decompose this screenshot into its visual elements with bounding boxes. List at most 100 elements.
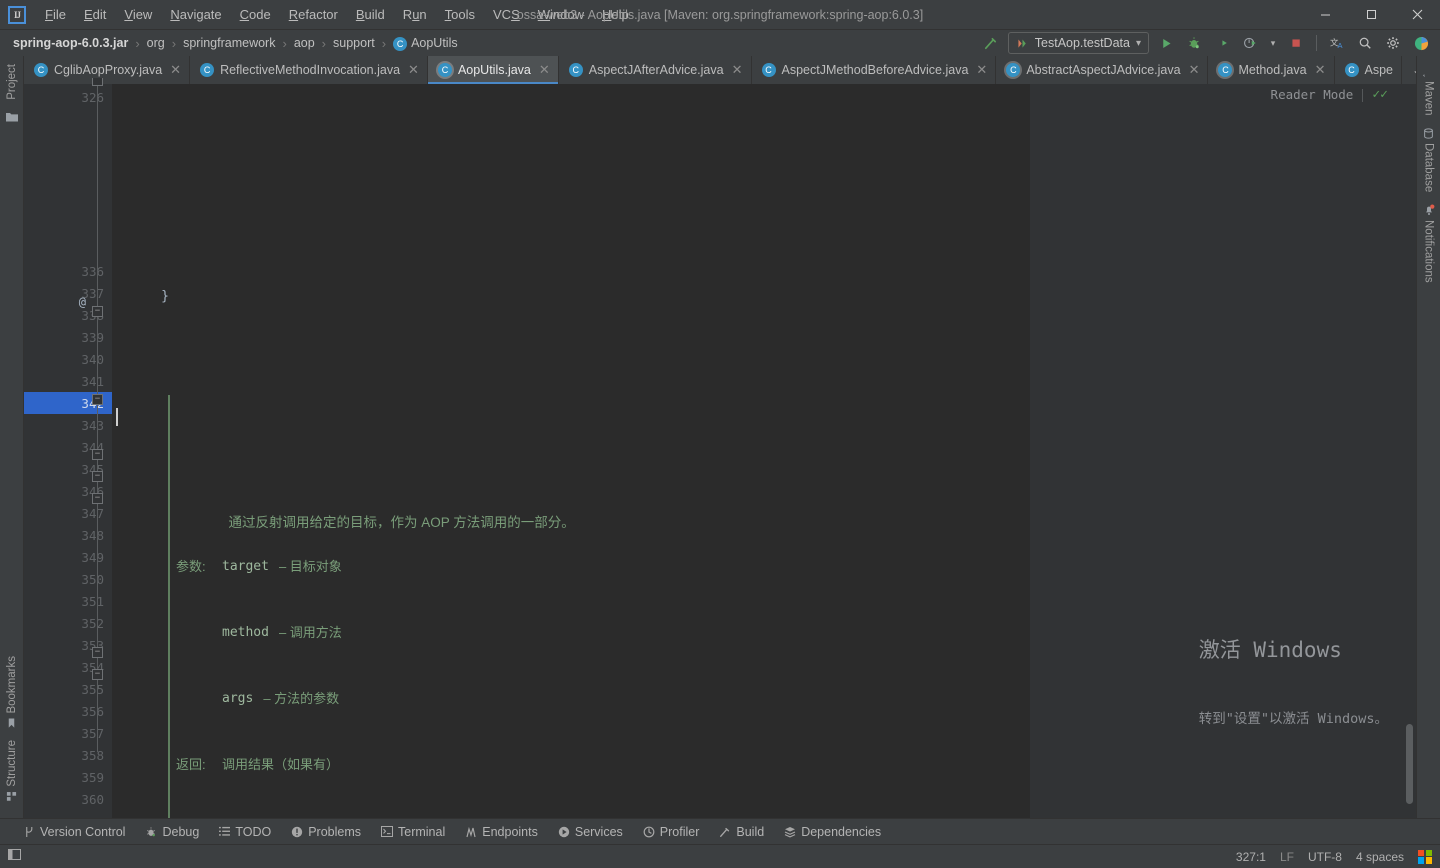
toolbar-divider [1316,35,1317,51]
sidebar-item-bookmarks[interactable]: Bookmarks [2,650,22,735]
menu-build[interactable]: Build [347,3,394,26]
menu-code[interactable]: Code [231,3,280,26]
sidebar-item-maven[interactable]: m Maven [1419,60,1439,122]
services-icon [558,826,570,838]
sidebar-item-notifications[interactable]: Notifications [1419,198,1439,289]
breadcrumb-item-jar[interactable]: spring-aop-6.0.3.jar [10,35,131,51]
annotation-gutter-icon[interactable]: @ [79,295,86,309]
fold-collapse-icon[interactable]: − [92,306,103,317]
tool-todo[interactable]: TODO [209,822,281,842]
menu-window[interactable]: Window [529,3,593,26]
breadcrumb-item-aop[interactable]: aop [291,35,318,51]
ide-assistant-button[interactable] [1410,32,1432,54]
tool-dependencies[interactable]: Dependencies [774,822,891,842]
editor-gutter[interactable]: 326 336 337 338 339 340 341 342 343 344 … [24,78,112,818]
sidebar-item-database[interactable]: Database [1419,122,1439,198]
code-folding-rail: − − − − − − − [92,78,104,818]
profiler-dropdown-icon[interactable]: ▾ [1267,32,1279,54]
profiler-button[interactable] [1239,32,1261,54]
tool-debug[interactable]: Debug [135,822,209,842]
close-icon[interactable]: ✕ [408,62,419,78]
show-tool-windows-icon[interactable] [8,848,21,866]
tool-terminal[interactable]: Terminal [371,822,455,842]
scrollbar-thumb[interactable] [1406,724,1413,804]
sidebar-item-project[interactable]: Project [2,58,22,106]
menu-tools[interactable]: Tools [436,3,484,26]
fold-collapse-icon[interactable]: − [92,449,103,460]
intellij-logo-icon: IJ [8,5,26,24]
intellij-window: IJ File Edit View Navigate Code Refactor… [0,0,1440,868]
editor-column: C CglibAopProxy.java ✕ C ReflectiveMetho… [24,56,1416,818]
tab-label: AopUtils.java [457,63,531,77]
warning-icon [291,826,303,838]
fold-collapse-icon[interactable]: − [92,394,103,405]
tool-profiler[interactable]: Profiler [633,822,710,842]
file-encoding[interactable]: UTF-8 [1308,850,1342,864]
run-button[interactable] [1155,32,1177,54]
breadcrumb-separator: › [135,35,140,51]
run-with-coverage-button[interactable] [1211,32,1233,54]
indent-setting[interactable]: 4 spaces [1356,850,1404,864]
close-icon[interactable]: ✕ [170,62,181,78]
tab-reflectivemethodinvocation[interactable]: C ReflectiveMethodInvocation.java ✕ [190,56,428,84]
build-hammer-icon[interactable] [980,32,1002,54]
debug-button[interactable] [1183,32,1205,54]
breadcrumb-separator: › [321,35,327,51]
menu-edit[interactable]: Edit [75,3,115,26]
close-button[interactable] [1394,0,1440,30]
javadoc-rendered-block: 通过反射调用给定的目标，作为 AOP 方法调用的一部分。 参数: target … [116,392,1416,818]
breadcrumb-item-support[interactable]: support [330,35,378,51]
structure-icon [6,792,17,802]
menu-help[interactable]: Help [593,3,638,26]
code-content[interactable]: } 通过反射调用给定的目标，作为 AOP 方法调用的一部分。 参数: targe… [112,84,1416,818]
tool-services[interactable]: Services [548,822,633,842]
tool-problems[interactable]: Problems [281,822,371,842]
close-icon[interactable]: ✕ [1315,62,1326,78]
close-icon[interactable]: ✕ [539,62,550,78]
tab-aspect-truncated[interactable]: C Aspe [1335,56,1402,84]
translate-button[interactable]: 文A [1326,32,1348,54]
chevron-down-icon[interactable]: ⌄ [1408,63,1416,77]
search-everywhere-button[interactable] [1354,32,1376,54]
stop-button[interactable] [1285,32,1307,54]
reader-mode-indicator[interactable]: Reader Mode ✓✓ [1271,84,1388,106]
tab-abstractaspectjadvice[interactable]: C AbstractAspectJAdvice.java ✕ [996,56,1209,84]
fold-collapse-icon[interactable]: − [92,493,103,504]
tab-aspectjafteradvice[interactable]: C AspectJAfterAdvice.java ✕ [559,56,752,84]
javadoc-left-bar [168,395,170,818]
fold-collapse-icon[interactable]: − [92,647,103,658]
menu-vcs[interactable]: VCS [484,3,529,26]
close-icon[interactable]: ✕ [976,62,987,78]
menu-navigate[interactable]: Navigate [161,3,230,26]
breadcrumb-item-aoputils[interactable]: C AopUtils [390,35,461,52]
menu-run[interactable]: Run [394,3,436,26]
fold-region-end-icon[interactable] [92,78,103,86]
tab-cglibaopproxy[interactable]: C CglibAopProxy.java ✕ [24,56,191,84]
line-separator[interactable]: LF [1280,850,1294,864]
tool-endpoints[interactable]: Endpoints [455,822,548,842]
breadcrumb-item-org[interactable]: org [144,35,168,51]
tool-version-control[interactable]: Version Control [14,822,135,842]
close-icon[interactable]: ✕ [1189,62,1200,78]
chevron-down-icon: ▾ [1135,37,1141,49]
fold-collapse-icon[interactable]: − [92,471,103,482]
close-icon[interactable]: ✕ [732,62,743,78]
menu-file[interactable]: File [36,3,75,26]
tool-build[interactable]: Build [709,822,774,842]
tab-aoputils[interactable]: C AopUtils.java ✕ [427,56,559,84]
maximize-button[interactable] [1348,0,1394,30]
minimize-button[interactable] [1302,0,1348,30]
fold-collapse-icon[interactable]: − [92,669,103,680]
tab-aspectjmethodbeforeadvice[interactable]: C AspectJMethodBeforeAdvice.java ✕ [752,56,997,84]
editor-vertical-scrollbar[interactable] [1403,84,1416,818]
menu-view[interactable]: View [115,3,161,26]
tab-method[interactable]: C Method.java ✕ [1208,56,1335,84]
sidebar-item-structure[interactable]: Structure [2,734,22,808]
svg-text:m: m [1423,74,1428,77]
caret-position[interactable]: 327:1 [1236,850,1266,864]
menu-refactor[interactable]: Refactor [280,3,347,26]
settings-button[interactable] [1382,32,1404,54]
breadcrumb-item-springframework[interactable]: springframework [180,35,278,51]
run-configuration-selector[interactable]: TestAop.testData ▾ [1007,32,1149,54]
reader-mode-label: Reader Mode [1270,87,1354,102]
